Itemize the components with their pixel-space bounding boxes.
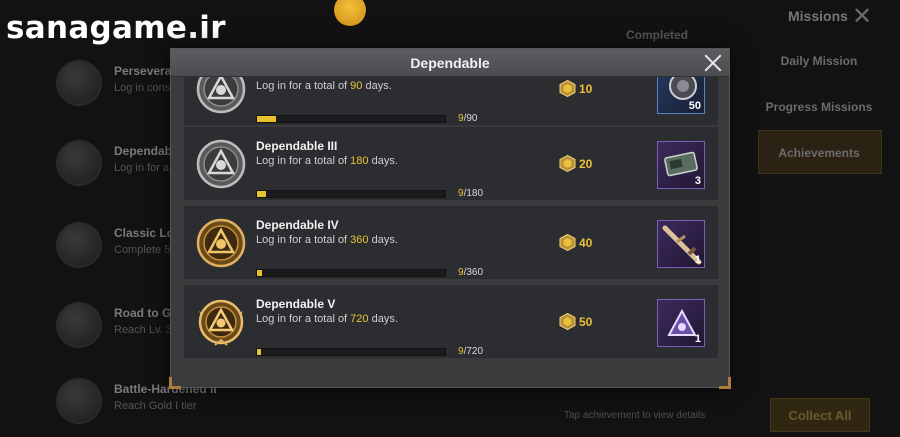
achievement-icon bbox=[56, 140, 102, 186]
badge-silver-icon bbox=[196, 137, 246, 191]
reward-item[interactable]: 1 bbox=[657, 220, 705, 268]
progress-bar bbox=[256, 269, 446, 277]
progress-fill bbox=[257, 191, 267, 197]
tier-description: Log in for a total of 180 days. bbox=[256, 155, 398, 167]
achievement-icon bbox=[56, 302, 102, 348]
achievement-point-icon bbox=[559, 312, 576, 331]
reward-item[interactable]: 50 bbox=[657, 77, 705, 114]
tier-row: Dependable III Log in for a total of 180… bbox=[184, 127, 718, 200]
tier-row: Dependable V Log in for a total of 720 d… bbox=[184, 285, 718, 358]
watermark-text: sanagame.ir bbox=[6, 10, 226, 46]
progress-bar bbox=[256, 190, 446, 198]
list-item-subtitle: Reach Gold I tier bbox=[114, 400, 197, 412]
emoji-icon bbox=[334, 0, 366, 26]
progress-fill bbox=[257, 349, 261, 355]
dialog-title: Dependable bbox=[410, 55, 490, 71]
close-icon[interactable]: ✕ bbox=[852, 2, 872, 31]
progress-text: 9/90 bbox=[458, 113, 478, 124]
progress-text: 9/360 bbox=[458, 267, 484, 278]
list-item-subtitle: Log in for a bbox=[114, 162, 170, 174]
progress-text: 9/720 bbox=[458, 346, 484, 357]
tier-row: Log in for a total of 90 days. 9/90 10 5… bbox=[184, 77, 718, 125]
hint-text: Tap achievement to view details bbox=[564, 410, 706, 421]
list-item-subtitle: Reach Lv. 30 bbox=[114, 324, 179, 336]
progress-bar bbox=[256, 115, 446, 123]
achievement-point-icon bbox=[559, 233, 576, 252]
frame-corner bbox=[169, 377, 181, 389]
tier-description: Log in for a total of 720 days. bbox=[256, 313, 398, 325]
list-item[interactable]: Perseverance Log in consec bbox=[48, 50, 192, 120]
achievement-icon bbox=[56, 378, 102, 424]
tier-description: Log in for a total of 90 days. bbox=[256, 80, 392, 92]
list-item[interactable]: Battle-Hardened II Reach Gold I tier bbox=[48, 368, 217, 437]
achievement-point-icon bbox=[559, 79, 576, 98]
tier-name: Dependable V bbox=[256, 297, 336, 311]
tier-name: Dependable IV bbox=[256, 218, 339, 232]
tier-name: Dependable III bbox=[256, 139, 338, 153]
tab-daily-mission[interactable]: Daily Mission bbox=[760, 54, 878, 68]
list-item[interactable]: Classic Lov Complete 50 bbox=[48, 212, 181, 282]
progress-text: 9/180 bbox=[458, 188, 484, 199]
tier-list[interactable]: Log in for a total of 90 days. 9/90 10 5… bbox=[184, 77, 718, 381]
collect-all-button[interactable]: Collect All bbox=[770, 398, 870, 432]
achievement-list: Perseverance Log in consec Dependable Lo… bbox=[48, 50, 217, 437]
achievement-icon bbox=[56, 60, 102, 106]
progress-bar bbox=[256, 348, 446, 356]
completed-label: Completed bbox=[626, 28, 689, 42]
tier-row: Dependable IV Log in for a total of 360 … bbox=[184, 206, 718, 279]
missions-title: Missions bbox=[788, 8, 848, 24]
badge-gold-wings-icon bbox=[196, 295, 246, 349]
list-item[interactable]: Road to Glo Reach Lv. 30 bbox=[48, 292, 182, 362]
list-item-subtitle: Complete 50 bbox=[114, 244, 177, 256]
missions-sidebar: Missions ✕ Daily Mission Progress Missio… bbox=[740, 0, 900, 437]
frame-icon bbox=[659, 77, 705, 119]
dialog-header: Dependable bbox=[171, 49, 729, 77]
tab-progress-missions[interactable]: Progress Missions bbox=[760, 100, 878, 114]
tab-achievements[interactable]: Achievements bbox=[760, 146, 878, 160]
progress-fill bbox=[257, 116, 276, 122]
badge-gold-icon bbox=[196, 216, 246, 270]
achievement-dialog: Dependable Log in for a total of 90 days… bbox=[169, 48, 731, 389]
close-button[interactable] bbox=[701, 51, 725, 75]
achievement-point-icon bbox=[559, 154, 576, 173]
reward-item[interactable]: 1 bbox=[657, 299, 705, 347]
achievement-icon bbox=[56, 222, 102, 268]
tier-description: Log in for a total of 360 days. bbox=[256, 234, 398, 246]
badge-silver-icon bbox=[196, 77, 246, 116]
progress-fill bbox=[257, 270, 262, 276]
reward-item[interactable]: 3 bbox=[657, 141, 705, 189]
frame-corner bbox=[719, 377, 731, 389]
list-item[interactable]: Dependable Log in for a bbox=[48, 130, 182, 200]
